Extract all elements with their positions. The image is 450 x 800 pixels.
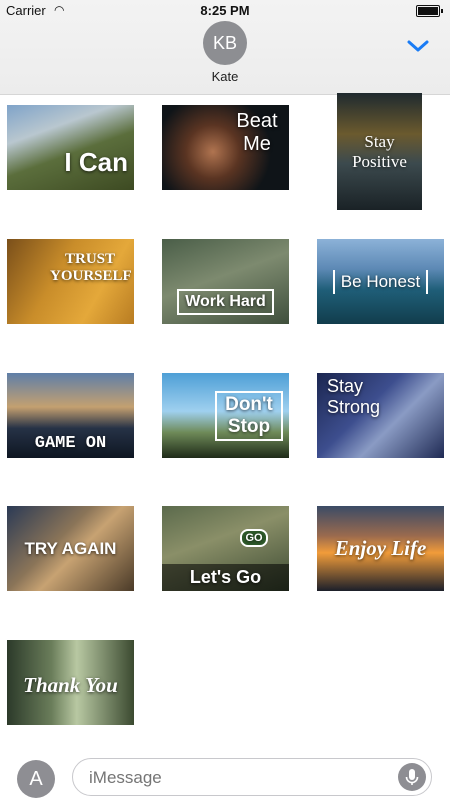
sticker-i-can[interactable]: I Can [7,105,134,190]
sticker-dont-stop[interactable]: Don't Stop [162,373,289,458]
microphone-icon[interactable] [398,763,426,791]
sticker-enjoy-life[interactable]: Enjoy Life [317,506,444,591]
message-input[interactable] [87,767,391,789]
sticker-stay-positive[interactable]: Stay Positive [337,93,422,210]
status-bar: Carrier ◠ 8:25 PM [0,0,450,22]
message-field[interactable] [72,758,432,796]
sticker-be-honest[interactable]: Be Honest [317,239,444,324]
sticker-work-hard[interactable]: Work Hard [162,239,289,324]
sticker-trust-yourself[interactable]: TRUST YOURSELF [7,239,134,324]
go-badge: GO [240,529,268,547]
sticker-beat-me[interactable]: Beat Me [162,105,289,190]
chevron-down-icon[interactable] [404,36,432,56]
avatar[interactable]: KB [203,21,247,65]
sticker-try-again[interactable]: TRY AGAIN [7,506,134,591]
sticker-stay-strong[interactable]: Stay Strong [317,373,444,458]
sticker-lets-go[interactable]: GO Let's Go [162,506,289,591]
sticker-thank-you[interactable]: Thank You [7,640,134,725]
battery-icon [416,5,443,17]
clock: 8:25 PM [200,3,250,18]
sticker-game-on[interactable]: GAME ON [7,373,134,458]
contact-name[interactable]: Kate [0,69,450,84]
app-store-icon[interactable]: A [17,760,55,798]
composer-bar: A [0,745,450,800]
